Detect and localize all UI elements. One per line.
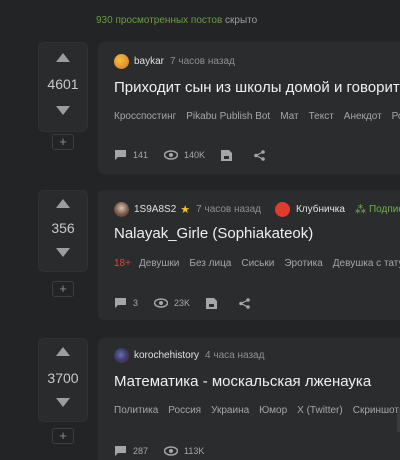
plus-button[interactable]: + — [52, 428, 74, 444]
tag[interactable]: Политика — [114, 405, 158, 416]
comments-button[interactable]: 287 — [114, 445, 148, 457]
tag[interactable]: Юмор — [259, 405, 287, 416]
strawberry-icon — [274, 202, 290, 217]
community-link[interactable]: Клубничка — [274, 202, 345, 217]
comments-button[interactable]: 141 — [114, 149, 148, 161]
save-button[interactable] — [221, 149, 238, 161]
arrow-up-icon[interactable] — [56, 199, 70, 208]
hidden-posts-count: 930 просмотренных постов — [96, 15, 223, 26]
tag[interactable]: Сиськи — [241, 258, 274, 269]
post-actions: 3 23K — [114, 297, 272, 309]
share-icon — [239, 297, 250, 309]
eye-icon — [164, 446, 179, 456]
views-stat: 23K — [154, 298, 190, 308]
adult-tag[interactable]: 18+ — [114, 258, 131, 269]
post-card: korochehistory 4 часа назад Математика -… — [98, 338, 400, 460]
post-header: korochehistory 4 часа назад — [114, 348, 264, 363]
views-count: 140K — [184, 150, 206, 160]
eye-icon — [164, 150, 179, 160]
views-count: 23K — [174, 298, 191, 308]
tag-list: Кросспостинг Pikabu Publish Bot Мат Текс… — [114, 111, 400, 122]
post-header: baykar 7 часов назад — [114, 54, 235, 69]
save-icon — [221, 149, 233, 161]
subscribe-button[interactable]: ⁂ Подписа — [355, 203, 400, 216]
subscribe-label: Подписа — [368, 204, 400, 215]
share-button[interactable] — [239, 297, 256, 309]
post-rating: 4601 — [47, 76, 79, 92]
tag-list: 18+ Девушки Без лица Сиськи Эротика Деву… — [114, 258, 400, 269]
post-title[interactable]: Приходит сын из школы домой и говорит — [114, 79, 400, 96]
author-name[interactable]: baykar — [134, 56, 164, 67]
tag[interactable]: Анекдот — [344, 111, 382, 122]
share-button[interactable] — [254, 149, 271, 161]
post-title[interactable]: Математика - москальская лженаука — [114, 373, 371, 390]
star-icon: ★ — [180, 204, 191, 216]
views-stat: 113K — [164, 446, 204, 456]
community-name: Клубничка — [295, 204, 345, 215]
save-icon — [206, 297, 218, 309]
tag[interactable]: Без лица — [189, 258, 231, 269]
tag[interactable]: Скриншот — [353, 405, 399, 416]
hidden-posts-note: 930 просмотренных постов скрыто — [96, 15, 257, 26]
tag[interactable]: Украина — [211, 405, 249, 416]
comment-icon — [115, 446, 126, 456]
avatar[interactable] — [114, 54, 129, 69]
avatar[interactable] — [114, 202, 129, 217]
vote-panel: 356 — [38, 190, 88, 272]
tag[interactable]: Текст — [309, 111, 334, 122]
vote-panel: 3700 — [38, 338, 88, 422]
post-actions: 141 140K — [114, 149, 287, 161]
save-button[interactable] — [206, 297, 223, 309]
tag[interactable]: X (Twitter) — [297, 405, 343, 416]
post-title[interactable]: Nalayak_Girle (Sophiakateok) — [114, 225, 313, 242]
subscribe-icon: ⁂ — [354, 204, 366, 216]
tag[interactable]: Мат — [280, 111, 298, 122]
tag[interactable]: Девушка с тату — [333, 258, 400, 269]
plus-button[interactable]: + — [52, 281, 74, 297]
tag[interactable]: Россия — [168, 405, 201, 416]
arrow-down-icon[interactable] — [56, 106, 70, 115]
comments-count: 287 — [133, 446, 149, 456]
author-name[interactable]: 1S9A8S2 — [134, 204, 176, 215]
tag[interactable]: Pikabu Publish Bot — [186, 111, 270, 122]
post-time: 7 часов назад — [196, 204, 261, 215]
arrow-up-icon[interactable] — [56, 53, 70, 62]
tag[interactable]: Девушки — [139, 258, 179, 269]
post-rating: 356 — [51, 220, 75, 236]
post-rating: 3700 — [47, 370, 79, 386]
views-count: 113K — [184, 446, 205, 456]
plus-button[interactable]: + — [52, 134, 74, 150]
post-actions: 287 113K — [114, 445, 220, 457]
comments-count: 141 — [133, 150, 149, 160]
views-stat: 140K — [164, 150, 205, 160]
post-time: 7 часов назад — [170, 56, 235, 67]
hidden-posts-suffix: скрыто — [225, 15, 258, 26]
post-card: 1S9A8S2 ★ 7 часов назад Клубничка ⁂ Подп… — [98, 190, 400, 320]
comments-count: 3 — [133, 298, 139, 308]
post-card: baykar 7 часов назад Приходит сын из шко… — [98, 42, 400, 174]
tag[interactable]: Кросспостинг — [114, 111, 176, 122]
tag[interactable]: Эротика — [284, 258, 322, 269]
avatar[interactable] — [114, 348, 129, 363]
vote-panel: 4601 — [38, 42, 88, 132]
comments-button[interactable]: 3 — [114, 297, 138, 309]
arrow-down-icon[interactable] — [56, 398, 70, 407]
comment-icon — [115, 298, 126, 308]
post-header: 1S9A8S2 ★ 7 часов назад Клубничка ⁂ Подп… — [114, 202, 400, 217]
eye-icon — [154, 298, 169, 308]
arrow-down-icon[interactable] — [56, 248, 70, 257]
share-icon — [254, 149, 265, 161]
tag-list: Политика Россия Украина Юмор X (Twitter)… — [114, 405, 400, 416]
comment-icon — [115, 150, 126, 160]
author-name[interactable]: korochehistory — [134, 350, 199, 361]
post-time: 4 часа назад — [205, 350, 265, 361]
arrow-up-icon[interactable] — [56, 347, 70, 356]
tag[interactable]: Род — [392, 111, 400, 122]
